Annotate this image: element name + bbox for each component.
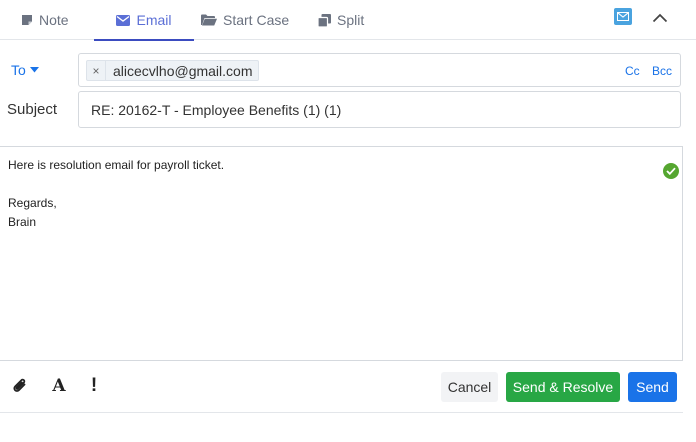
envelope-icon	[116, 14, 131, 26]
to-label: To	[11, 62, 26, 78]
tab-split-label: Split	[337, 12, 365, 28]
footer-divider	[0, 412, 683, 413]
tab-split[interactable]: Split	[318, 0, 364, 40]
tab-note-label: Note	[39, 12, 69, 28]
bcc-link[interactable]: Bcc	[652, 64, 672, 78]
send-and-resolve-button[interactable]: Send & Resolve	[506, 372, 620, 402]
tab-note[interactable]: Note	[21, 0, 69, 40]
folder-open-icon	[201, 14, 217, 26]
tab-email[interactable]: Email	[94, 0, 194, 41]
to-dropdown[interactable]: To	[11, 62, 39, 78]
remove-recipient-button[interactable]: ×	[87, 61, 106, 80]
caret-down-icon	[29, 67, 39, 73]
tab-email-label: Email	[136, 12, 172, 28]
send-button[interactable]: Send	[628, 372, 677, 402]
subject-label: Subject	[7, 101, 58, 118]
compose-tab-bar: Note Email Start Case Split	[0, 0, 696, 41]
note-icon	[22, 15, 32, 25]
to-recipients-field[interactable]: × alicecvlho@gmail.com Cc Bcc	[78, 53, 681, 87]
chevron-up-icon[interactable]	[652, 10, 668, 28]
subject-input[interactable]: RE: 20162-T - Employee Benefits (1) (1)	[78, 91, 681, 128]
tab-start-case[interactable]: Start Case	[201, 0, 289, 40]
cc-link[interactable]: Cc	[625, 64, 640, 78]
tab-start-case-label: Start Case	[223, 12, 290, 28]
split-icon	[318, 13, 331, 27]
email-body-text: Here is resolution email for payroll tic…	[8, 158, 225, 229]
importance-button[interactable]: !	[89, 375, 99, 397]
recipient-chip: × alicecvlho@gmail.com	[86, 60, 260, 81]
recipient-email: alicecvlho@gmail.com	[113, 62, 253, 79]
paperclip-icon[interactable]	[11, 375, 29, 397]
email-body-editor[interactable]: Here is resolution email for payroll tic…	[0, 146, 683, 361]
check-circle-icon	[663, 163, 679, 179]
cancel-button[interactable]: Cancel	[441, 372, 498, 402]
envelope-icon[interactable]	[614, 8, 632, 25]
text-format-button[interactable]: A	[51, 375, 67, 397]
